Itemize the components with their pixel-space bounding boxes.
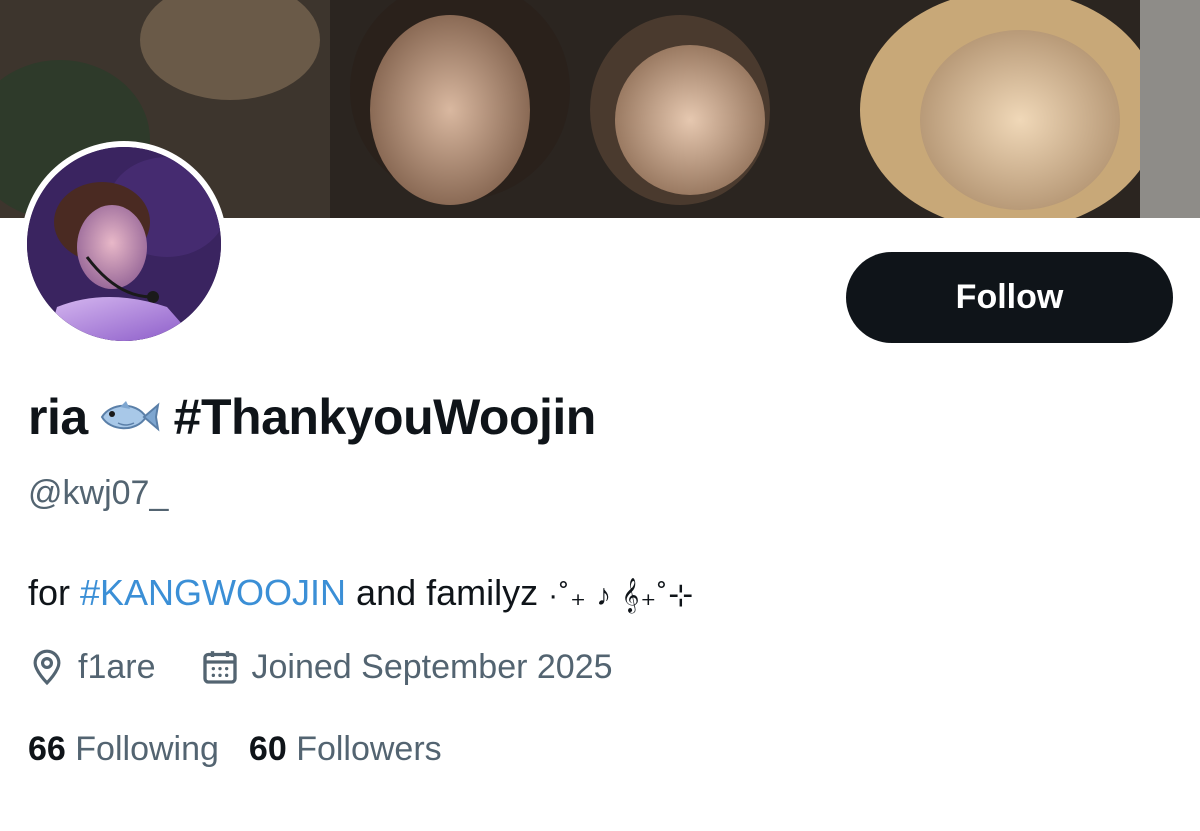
location-text: f1are: [78, 647, 156, 686]
joined-text: Joined September 2025: [251, 647, 613, 686]
location-pin-icon: [33, 649, 61, 686]
followers-label: Followers: [296, 730, 442, 768]
display-name-text: ria: [28, 389, 88, 445]
following-count: 66: [28, 730, 66, 768]
bio-prefix: for: [28, 572, 81, 613]
bio-suffix: and familyz: [346, 572, 549, 613]
profile-stats: 66 Following 60 Followers: [28, 730, 442, 769]
bio-decoration: ·˚₊ ♪ 𝄞₊˚⊹: [548, 579, 695, 612]
following-label: Following: [75, 730, 219, 768]
location-item: f1are: [28, 647, 156, 687]
bio-hashtag-link[interactable]: #KANGWOOJIN: [80, 572, 346, 613]
profile-bio: for #KANGWOOJIN and familyz ·˚₊ ♪ 𝄞₊˚⊹: [28, 572, 694, 614]
joined-item: Joined September 2025: [200, 647, 613, 687]
avatar[interactable]: [27, 147, 221, 341]
avatar-photo: [27, 147, 221, 341]
followers-link[interactable]: 60 Followers: [249, 730, 442, 769]
display-name: ria #ThankyouWoojin: [28, 388, 596, 446]
profile-meta: f1are Joined September 2025: [28, 644, 613, 690]
followers-count: 60: [248, 730, 287, 768]
profile-handle: @kwj07_: [28, 474, 169, 512]
follow-button[interactable]: Follow: [846, 252, 1173, 343]
fish-icon: [100, 401, 160, 432]
following-link[interactable]: 66 Following: [28, 730, 219, 769]
display-name-hashtag[interactable]: #ThankyouWoojin: [174, 388, 597, 446]
calendar-icon: [202, 651, 237, 684]
